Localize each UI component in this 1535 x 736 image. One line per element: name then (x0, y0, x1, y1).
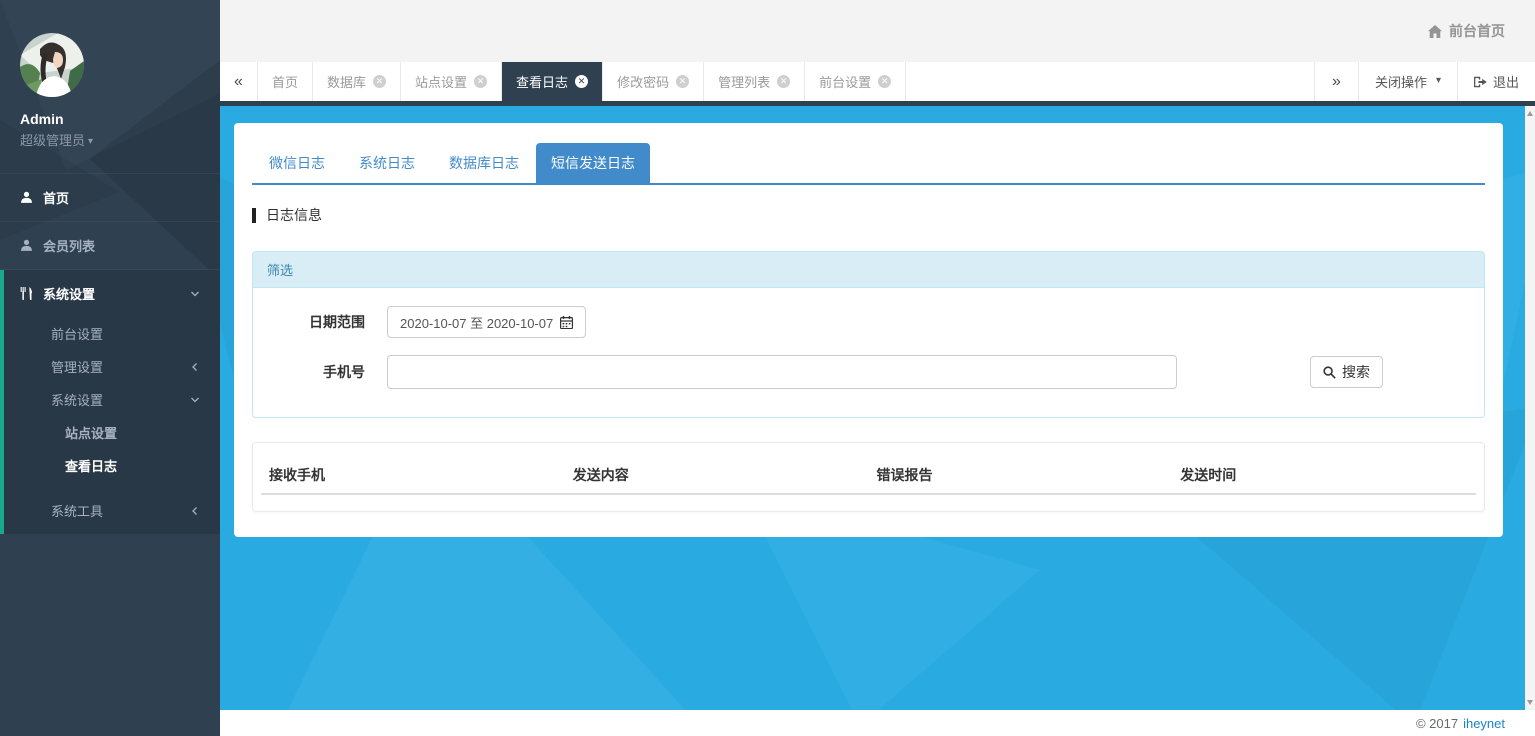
sidebar-subsection: 站点设置 查看日志 (4, 416, 220, 494)
tab-home[interactable]: 首页 (258, 62, 313, 101)
scroll-down-arrow-icon[interactable] (1527, 700, 1533, 705)
tab-frontend-settings[interactable]: 前台设置✕ (805, 62, 906, 101)
date-range-label: 日期范围 (268, 312, 365, 332)
logout-button[interactable]: 退出 (1457, 62, 1535, 101)
sidebar-item-site-settings[interactable]: 站点设置 (4, 416, 220, 449)
footer: © 2017 iheynet (220, 710, 1535, 736)
sidebar-item-home[interactable]: 首页 (0, 173, 220, 222)
phone-input[interactable] (387, 355, 1177, 389)
close-icon[interactable]: ✕ (676, 75, 689, 88)
sidebar-item-system-settings[interactable]: 系统设置 (4, 270, 220, 317)
filter-panel-title: 筛选 (253, 252, 1484, 288)
top-header: 前台首页 (220, 0, 1535, 62)
vertical-scrollbar[interactable] (1525, 106, 1535, 710)
col-error-report: 错误报告 (869, 457, 1173, 494)
col-send-time: 发送时间 (1172, 457, 1476, 494)
sidebar-item-system-tools[interactable]: 系统工具 (4, 494, 220, 534)
close-icon[interactable]: ✕ (777, 75, 790, 88)
user-icon (20, 239, 33, 252)
copyright-text: © 2017 (1416, 716, 1458, 731)
filter-panel: 筛选 日期范围 2020-10-07 至 2020-10-07 手机号 (252, 251, 1485, 418)
sidebar-item-view-logs[interactable]: 查看日志 (4, 449, 220, 482)
tab-site-settings[interactable]: 站点设置✕ (401, 62, 502, 101)
sidebar-item-members[interactable]: 会员列表 (0, 222, 220, 270)
calendar-icon (560, 316, 573, 329)
sidebar-item-label: 系统设置 (51, 390, 103, 409)
col-receive-phone: 接收手机 (261, 457, 565, 494)
tab-admin-list[interactable]: 管理列表✕ (704, 62, 805, 101)
main-area: 前台首页 « 首页 数据库✕ 站点设置✕ 查看日志✕ 修改密码✕ 管理列表✕ 前… (220, 0, 1535, 736)
user-icon (20, 191, 33, 204)
sidebar-item-label: 前台设置 (51, 324, 103, 343)
tab-bar-actions: » 关闭操作▾ 退出 (1314, 62, 1535, 101)
phone-row: 手机号 搜索 (268, 355, 1469, 389)
sidebar-item-label: 系统工具 (51, 501, 103, 520)
chevron-down-icon (190, 289, 200, 299)
brand-link[interactable]: iheynet (1463, 716, 1505, 731)
user-role-dropdown[interactable]: 超级管理员▾ (20, 130, 200, 149)
sidebar-item-label: 系统设置 (43, 284, 95, 303)
sidebar-item-label: 会员列表 (43, 236, 95, 255)
log-tab-strip: 微信日志 系统日志 数据库日志 短信发送日志 (252, 143, 1485, 185)
close-icon[interactable]: ✕ (373, 75, 386, 88)
tab-change-password[interactable]: 修改密码✕ (603, 62, 704, 101)
caret-down-icon: ▾ (1436, 75, 1441, 86)
tab-wechat-log[interactable]: 微信日志 (252, 143, 342, 183)
chevron-down-icon (190, 395, 200, 405)
user-name: Admin (20, 111, 200, 127)
close-icon[interactable]: ✕ (878, 75, 891, 88)
sidebar-section-system-settings: 系统设置 前台设置 管理设置 系统设置 站点设置 查看日志 (0, 270, 220, 534)
date-range-row: 日期范围 2020-10-07 至 2020-10-07 (268, 306, 1469, 338)
home-icon (1428, 25, 1442, 38)
title-bar-decoration (252, 208, 256, 223)
sidebar-item-label: 查看日志 (65, 456, 117, 475)
search-icon (1323, 366, 1336, 379)
filter-panel-body: 日期范围 2020-10-07 至 2020-10-07 手机号 搜索 (253, 288, 1484, 417)
avatar[interactable] (20, 33, 84, 97)
scroll-up-arrow-icon[interactable] (1527, 111, 1533, 116)
sidebar-item-label: 管理设置 (51, 357, 103, 376)
sidebar-item-system-settings-sub[interactable]: 系统设置 (4, 383, 220, 416)
sidebar-item-label: 首页 (43, 188, 69, 207)
tab-sms-log[interactable]: 短信发送日志 (536, 143, 650, 183)
tab-bar: « 首页 数据库✕ 站点设置✕ 查看日志✕ 修改密码✕ 管理列表✕ 前台设置✕ … (220, 62, 1535, 106)
col-send-content: 发送内容 (565, 457, 869, 494)
user-profile: Admin 超级管理员▾ (0, 0, 220, 173)
search-button[interactable]: 搜索 (1310, 356, 1383, 388)
tab-database-log[interactable]: 数据库日志 (432, 143, 536, 183)
tab-database[interactable]: 数据库✕ (313, 62, 401, 101)
tab-system-log[interactable]: 系统日志 (342, 143, 432, 183)
section-title: 日志信息 (252, 205, 1485, 225)
frontend-home-label: 前台首页 (1449, 21, 1505, 41)
tabs-scroll-left-button[interactable]: « (220, 62, 258, 101)
content-area: 微信日志 系统日志 数据库日志 短信发送日志 日志信息 筛选 日期范围 2020… (220, 106, 1535, 710)
sidebar-item-label: 站点设置 (65, 423, 117, 442)
log-card: 微信日志 系统日志 数据库日志 短信发送日志 日志信息 筛选 日期范围 2020… (234, 123, 1503, 537)
date-range-picker[interactable]: 2020-10-07 至 2020-10-07 (387, 306, 586, 338)
sidebar-item-frontend-settings[interactable]: 前台设置 (4, 317, 220, 350)
tab-view-logs[interactable]: 查看日志✕ (502, 62, 603, 101)
phone-label: 手机号 (268, 362, 365, 382)
log-table: 接收手机 发送内容 错误报告 发送时间 (261, 457, 1476, 495)
close-icon[interactable]: ✕ (575, 75, 588, 88)
sign-out-icon (1474, 76, 1487, 88)
table-header-row: 接收手机 发送内容 错误报告 发送时间 (261, 457, 1476, 494)
cutlery-icon (20, 287, 33, 300)
sidebar-item-admin-settings[interactable]: 管理设置 (4, 350, 220, 383)
sidebar: Admin 超级管理员▾ 首页 会员列表 系统设置 前台设置 管理设置 (0, 0, 220, 736)
chevron-left-icon (190, 362, 200, 372)
chevron-left-icon (190, 506, 200, 516)
caret-down-icon: ▾ (88, 136, 93, 147)
open-tabs: 首页 数据库✕ 站点设置✕ 查看日志✕ 修改密码✕ 管理列表✕ 前台设置✕ (258, 62, 906, 101)
sidebar-nav: 首页 会员列表 系统设置 前台设置 管理设置 系统设置 (0, 173, 220, 534)
tabs-scroll-right-button[interactable]: » (1314, 62, 1358, 101)
frontend-home-link[interactable]: 前台首页 (1428, 21, 1505, 41)
close-icon[interactable]: ✕ (474, 75, 487, 88)
close-operations-dropdown[interactable]: 关闭操作▾ (1358, 62, 1457, 101)
log-table-panel: 接收手机 发送内容 错误报告 发送时间 (252, 442, 1485, 512)
